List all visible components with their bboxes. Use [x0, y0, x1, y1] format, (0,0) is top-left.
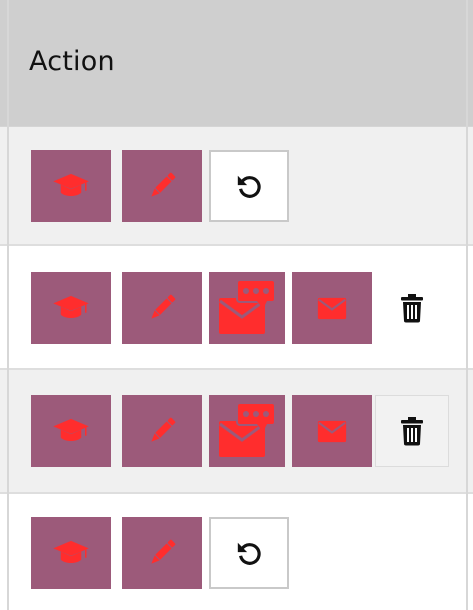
column-divider: [466, 0, 468, 610]
trash-icon: [400, 293, 424, 323]
action-table: Action: [0, 0, 473, 610]
graduation-cap-icon: [52, 417, 90, 445]
graduation-cap-icon: [52, 294, 90, 322]
course-button[interactable]: [31, 517, 111, 589]
course-button[interactable]: [31, 150, 111, 222]
email-button[interactable]: [292, 272, 372, 344]
table-header: Action: [0, 0, 473, 127]
undo-icon: [235, 539, 263, 567]
course-button[interactable]: [31, 395, 111, 467]
table-row: [0, 246, 473, 370]
envelope-icon: [317, 420, 347, 443]
column-divider: [7, 0, 9, 610]
graduation-cap-icon: [52, 539, 90, 567]
course-button[interactable]: [31, 272, 111, 344]
mail-comment-icon: [215, 399, 279, 463]
message-button[interactable]: [209, 272, 285, 344]
restore-button[interactable]: [209, 150, 289, 222]
delete-button[interactable]: [375, 395, 449, 467]
undo-icon: [235, 172, 263, 200]
column-header-action: Action: [29, 46, 115, 77]
edit-button[interactable]: [122, 395, 202, 467]
edit-button[interactable]: [122, 272, 202, 344]
delete-button[interactable]: [375, 272, 449, 344]
table-row: [0, 370, 473, 494]
mail-comment-icon: [215, 276, 279, 340]
edit-button[interactable]: [122, 150, 202, 222]
pencil-icon: [147, 171, 177, 201]
restore-button[interactable]: [209, 517, 289, 589]
edit-button[interactable]: [122, 517, 202, 589]
pencil-icon: [147, 538, 177, 568]
message-button[interactable]: [209, 395, 285, 467]
envelope-icon: [317, 297, 347, 320]
pencil-icon: [147, 293, 177, 323]
table-row: [0, 494, 473, 610]
pencil-icon: [147, 416, 177, 446]
table-row: [0, 127, 473, 246]
email-button[interactable]: [292, 395, 372, 467]
trash-icon: [400, 416, 424, 446]
graduation-cap-icon: [52, 172, 90, 200]
